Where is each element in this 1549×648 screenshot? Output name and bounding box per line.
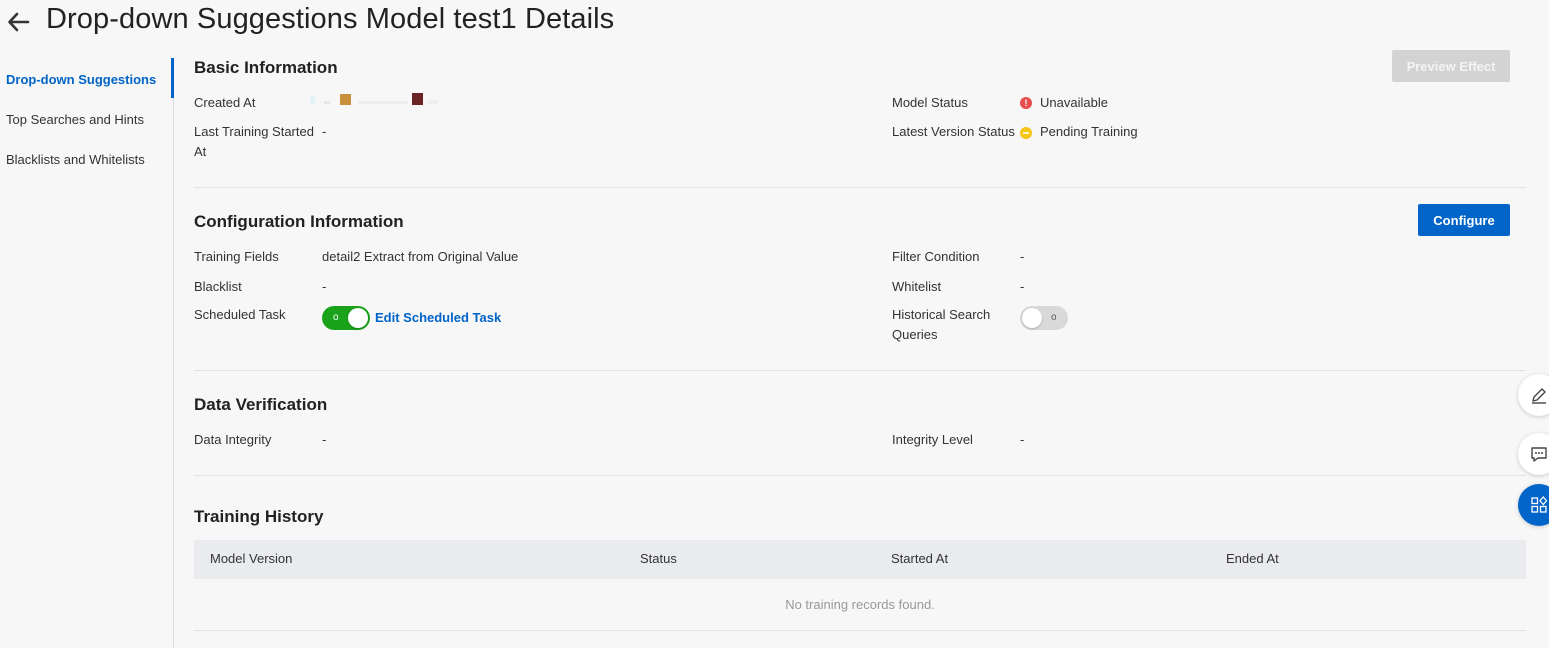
sidebar-active-indicator	[171, 58, 174, 98]
model-status-label: Model Status	[892, 95, 968, 110]
toggle-off-text: o	[1051, 312, 1057, 323]
column-header-ended-at: Ended At	[1226, 551, 1279, 566]
toggle-knob	[1022, 308, 1042, 328]
column-header-status: Status	[640, 551, 677, 566]
data-verification-title: Data Verification	[194, 395, 328, 414]
sidebar-item-top-searches[interactable]: Top Searches and Hints	[6, 112, 144, 127]
column-header-started-at: Started At	[891, 551, 949, 566]
page-header: Drop-down Suggestions Model test1 Detail…	[0, 0, 1549, 48]
sidebar-item-blacklists[interactable]: Blacklists and Whitelists	[6, 152, 145, 167]
minus-circle-icon	[1020, 127, 1032, 139]
sidebar-item-drop-down-suggestions[interactable]: Drop-down Suggestions	[6, 72, 156, 87]
section-divider	[194, 370, 1526, 371]
training-fields-value: detail2 Extract from Original Value	[322, 249, 519, 264]
column-header-model-version: Model Version	[210, 551, 293, 566]
filter-condition-value: -	[1020, 249, 1025, 264]
model-status-value: Unavailable	[1040, 95, 1108, 110]
scheduled-task-label: Scheduled Task	[194, 307, 286, 322]
page-title: Drop-down Suggestions Model test1 Detail…	[46, 3, 615, 35]
whitelist-label: Whitelist	[892, 279, 942, 294]
apps-grid-icon[interactable]	[1518, 484, 1549, 526]
last-training-label-cont: At	[194, 144, 207, 159]
toggle-on-text: o	[333, 312, 339, 323]
integrity-level-value: -	[1020, 432, 1025, 447]
table-empty-state: No training records found.	[194, 579, 1526, 631]
toggle-knob	[348, 308, 368, 328]
filter-condition-label: Filter Condition	[892, 249, 980, 264]
historical-queries-toggle[interactable]: o	[1020, 306, 1068, 330]
historical-queries-label: Historical Search	[892, 307, 991, 322]
preview-effect-button[interactable]: Preview Effect	[1392, 50, 1510, 82]
training-history-table-header: Model Version Status Started At Ended At	[194, 540, 1526, 579]
latest-version-value: Pending Training	[1040, 124, 1138, 139]
integrity-level-label: Integrity Level	[892, 432, 973, 447]
scheduled-task-toggle[interactable]: o	[322, 306, 370, 330]
blacklist-label: Blacklist	[194, 279, 242, 294]
arrow-left-icon[interactable]	[6, 9, 32, 35]
sidebar-nav: Drop-down Suggestions Top Searches and H…	[0, 58, 174, 648]
latest-version-label: Latest Version Status	[892, 124, 1015, 139]
pencil-icon[interactable]	[1518, 374, 1549, 416]
training-history-title: Training History	[194, 507, 324, 526]
configure-button[interactable]: Configure	[1418, 204, 1510, 236]
exclamation-circle-icon: !	[1020, 97, 1032, 109]
section-divider	[194, 475, 1526, 476]
data-integrity-label: Data Integrity	[194, 432, 272, 447]
chat-icon[interactable]	[1518, 433, 1549, 475]
training-fields-label: Training Fields	[194, 249, 279, 264]
blacklist-value: -	[322, 279, 327, 294]
created-at-label: Created At	[194, 95, 256, 110]
last-training-label: Last Training Started	[194, 124, 314, 139]
edit-scheduled-task-link[interactable]: Edit Scheduled Task	[375, 310, 501, 325]
last-training-value: -	[322, 124, 327, 139]
historical-queries-label-cont: Queries	[892, 327, 938, 342]
whitelist-value: -	[1020, 279, 1025, 294]
redacted-value	[310, 93, 445, 118]
section-divider	[194, 187, 1526, 188]
config-info-title: Configuration Information	[194, 212, 404, 231]
data-integrity-value: -	[322, 432, 327, 447]
basic-info-title: Basic Information	[194, 58, 338, 77]
